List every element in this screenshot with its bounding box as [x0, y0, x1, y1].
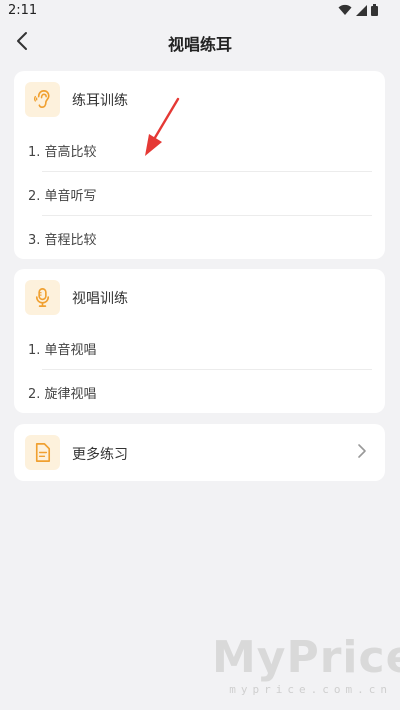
chevron-right-icon [358, 444, 366, 458]
sight-singing-card: 视唱训练 1. 单音视唱 2. 旋律视唱 [14, 269, 385, 413]
more-exercises-row[interactable]: 更多练习 [14, 424, 385, 481]
list-item-single-tone-singing[interactable]: 1. 单音视唱 [14, 326, 385, 369]
more-exercises-title: 更多练习 [72, 447, 128, 463]
sight-singing-header: 视唱训练 [14, 269, 385, 325]
list-item-label: 1. 单音视唱 [28, 343, 97, 358]
ear-training-title: 练耳训练 [72, 93, 128, 109]
ear-icon-box [25, 82, 60, 117]
ear-icon [34, 90, 50, 108]
list-item-label: 3. 音程比较 [28, 233, 97, 248]
ear-training-card: 练耳训练 1. 音高比较 2. 单音听写 3. 音程比较 [14, 71, 385, 259]
list-item-melody-singing[interactable]: 2. 旋律视唱 [14, 370, 385, 413]
list-item-label: 2. 单音听写 [28, 189, 97, 204]
signal-icon [356, 4, 367, 16]
status-icons [338, 4, 378, 16]
status-bar: 2:11 [0, 0, 400, 22]
watermark-url: myprice.com.cn [229, 683, 392, 696]
page-title: 视唱练耳 [167, 35, 232, 54]
document-icon-box [25, 435, 60, 470]
watermark: MyPrice myprice.com.cn [212, 632, 400, 697]
document-icon [35, 443, 51, 462]
list-item-label: 2. 旋律视唱 [28, 387, 97, 402]
ear-training-header: 练耳训练 [14, 71, 385, 127]
wifi-icon [338, 4, 352, 15]
microphone-icon-box [25, 280, 60, 315]
sight-singing-title: 视唱训练 [72, 291, 128, 307]
list-item-label: 1. 音高比较 [28, 145, 97, 160]
list-item-pitch-comparison[interactable]: 1. 音高比较 [14, 128, 385, 171]
list-item-interval-comparison[interactable]: 3. 音程比较 [14, 216, 385, 259]
microphone-icon [35, 288, 50, 307]
watermark-brand: MyPrice [212, 632, 400, 683]
app-header: 视唱练耳 [0, 22, 400, 62]
list-item-single-tone-dictation[interactable]: 2. 单音听写 [14, 172, 385, 215]
status-time: 2:11 [8, 3, 38, 18]
battery-icon [371, 4, 378, 16]
